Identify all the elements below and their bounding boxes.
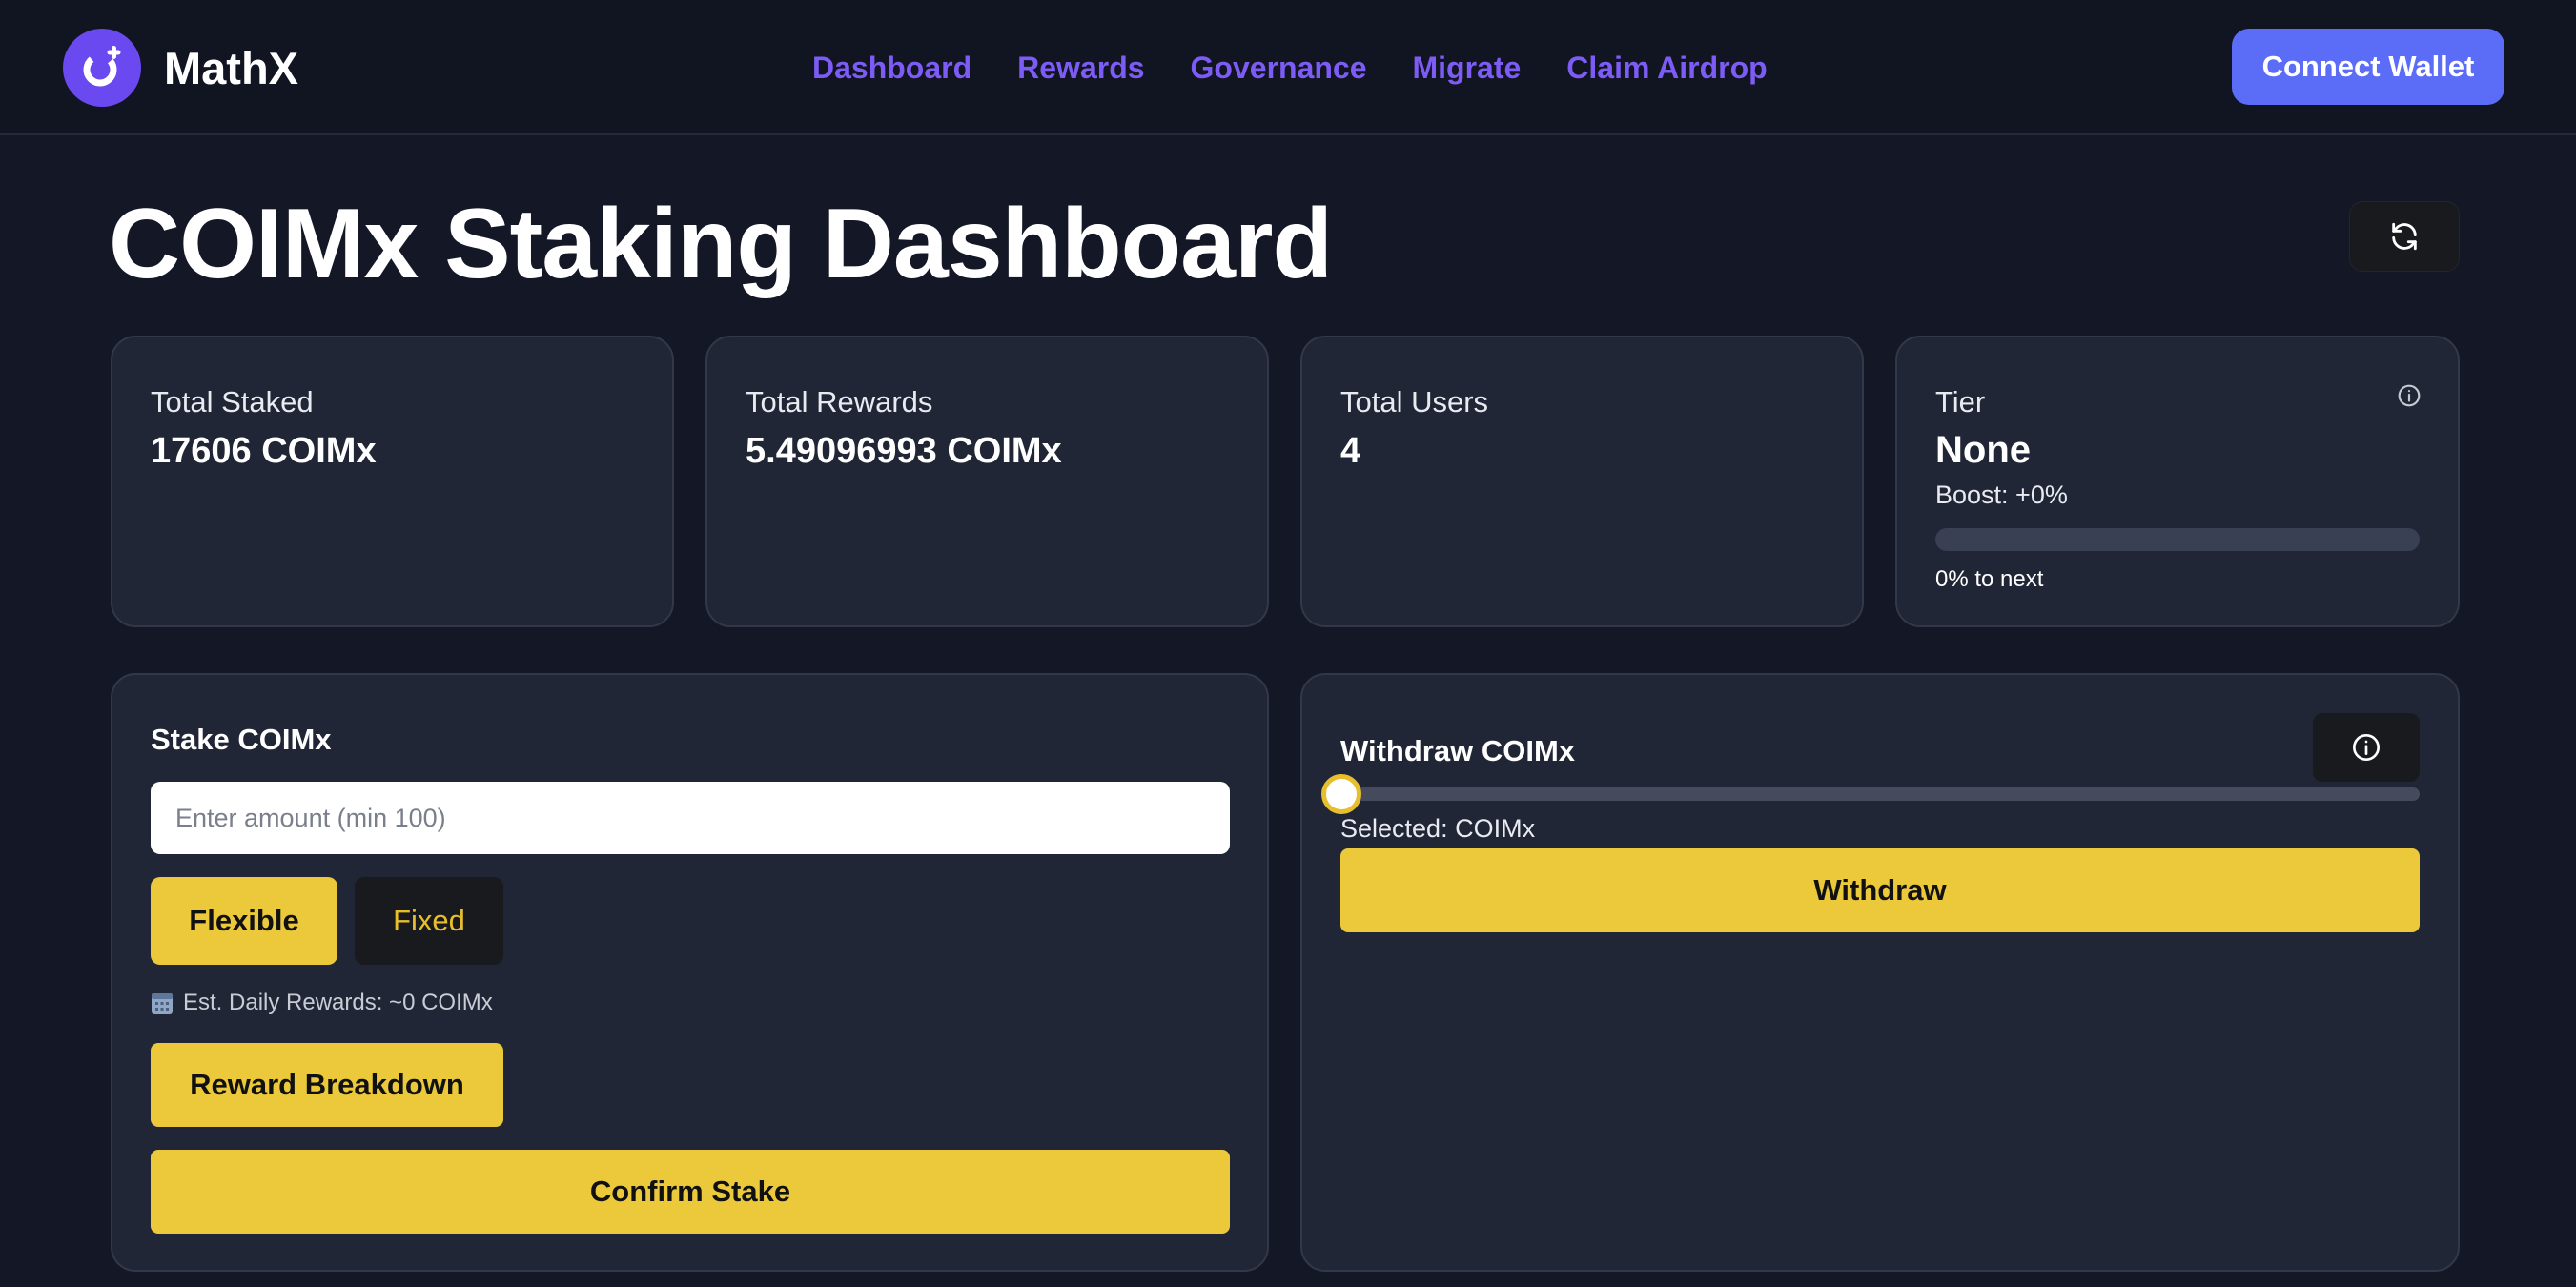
stake-amount-input[interactable] bbox=[151, 782, 1230, 854]
withdraw-button[interactable]: Withdraw bbox=[1340, 848, 2420, 932]
confirm-stake-button[interactable]: Confirm Stake bbox=[151, 1150, 1230, 1234]
total-rewards-value: 5.49096993 COIMx bbox=[746, 431, 1062, 471]
nav-links: Dashboard Rewards Governance Migrate Cla… bbox=[812, 44, 1768, 92]
calendar-icon bbox=[152, 993, 173, 1014]
reward-breakdown-button[interactable]: Reward Breakdown bbox=[151, 1043, 503, 1127]
total-rewards-label: Total Rewards bbox=[746, 385, 933, 419]
tier-value: None bbox=[1935, 429, 2031, 471]
stake-panel: Stake COIMx Flexible Fixed Est. Daily Re… bbox=[111, 673, 1269, 1272]
nav-link-claim-airdrop[interactable]: Claim Airdrop bbox=[1566, 51, 1767, 86]
total-staked-label: Total Staked bbox=[151, 385, 314, 419]
withdraw-slider-track[interactable] bbox=[1340, 787, 2420, 801]
tier-boost: Boost: +0% bbox=[1935, 480, 2068, 509]
total-users-value: 4 bbox=[1340, 431, 1361, 471]
mathx-logo-icon bbox=[63, 29, 141, 107]
total-users-card: Total Users 4 bbox=[1300, 336, 1864, 627]
tier-label: Tier bbox=[1935, 385, 1986, 419]
tier-card: Tier None Boost: +0% 0% to next bbox=[1895, 336, 2460, 627]
nav-link-rewards[interactable]: Rewards bbox=[1017, 51, 1144, 86]
nav-link-migrate[interactable]: Migrate bbox=[1413, 51, 1522, 86]
flexible-mode-button[interactable]: Flexible bbox=[151, 877, 337, 965]
withdraw-slider-thumb[interactable] bbox=[1321, 774, 1361, 814]
top-navbar: MathX Dashboard Rewards Governance Migra… bbox=[0, 0, 2576, 135]
info-icon[interactable] bbox=[2397, 383, 2422, 413]
page-title: COIMx Staking Dashboard bbox=[109, 189, 1333, 299]
withdraw-panel: Withdraw COIMx Selected: COIMx Withdraw bbox=[1300, 673, 2460, 1272]
total-rewards-card: Total Rewards 5.49096993 COIMx bbox=[705, 336, 1269, 627]
connect-wallet-button[interactable]: Connect Wallet bbox=[2232, 29, 2504, 105]
withdraw-selected-text: Selected: COIMx bbox=[1340, 814, 1536, 843]
est-daily-rewards-text: Est. Daily Rewards: ~0 COIMx bbox=[183, 990, 493, 1015]
stake-title: Stake COIMx bbox=[151, 723, 332, 756]
total-users-label: Total Users bbox=[1340, 385, 1489, 419]
nav-link-dashboard[interactable]: Dashboard bbox=[812, 51, 971, 86]
fixed-mode-button[interactable]: Fixed bbox=[355, 877, 503, 965]
brand-name: MathX bbox=[164, 42, 298, 93]
brand[interactable]: MathX bbox=[63, 29, 298, 107]
info-icon bbox=[2353, 734, 2380, 761]
tier-next-text: 0% to next bbox=[1935, 566, 2044, 592]
withdraw-title: Withdraw COIMx bbox=[1340, 734, 1576, 767]
total-staked-value: 17606 COIMx bbox=[151, 431, 377, 471]
withdraw-info-button[interactable] bbox=[2313, 713, 2420, 782]
est-daily-rewards: Est. Daily Rewards: ~0 COIMx bbox=[151, 990, 493, 1016]
refresh-button[interactable] bbox=[2349, 201, 2460, 272]
total-staked-card: Total Staked 17606 COIMx bbox=[111, 336, 674, 627]
nav-link-governance[interactable]: Governance bbox=[1191, 51, 1367, 86]
refresh-icon bbox=[2392, 222, 2417, 251]
tier-progress-bar bbox=[1935, 528, 2420, 551]
